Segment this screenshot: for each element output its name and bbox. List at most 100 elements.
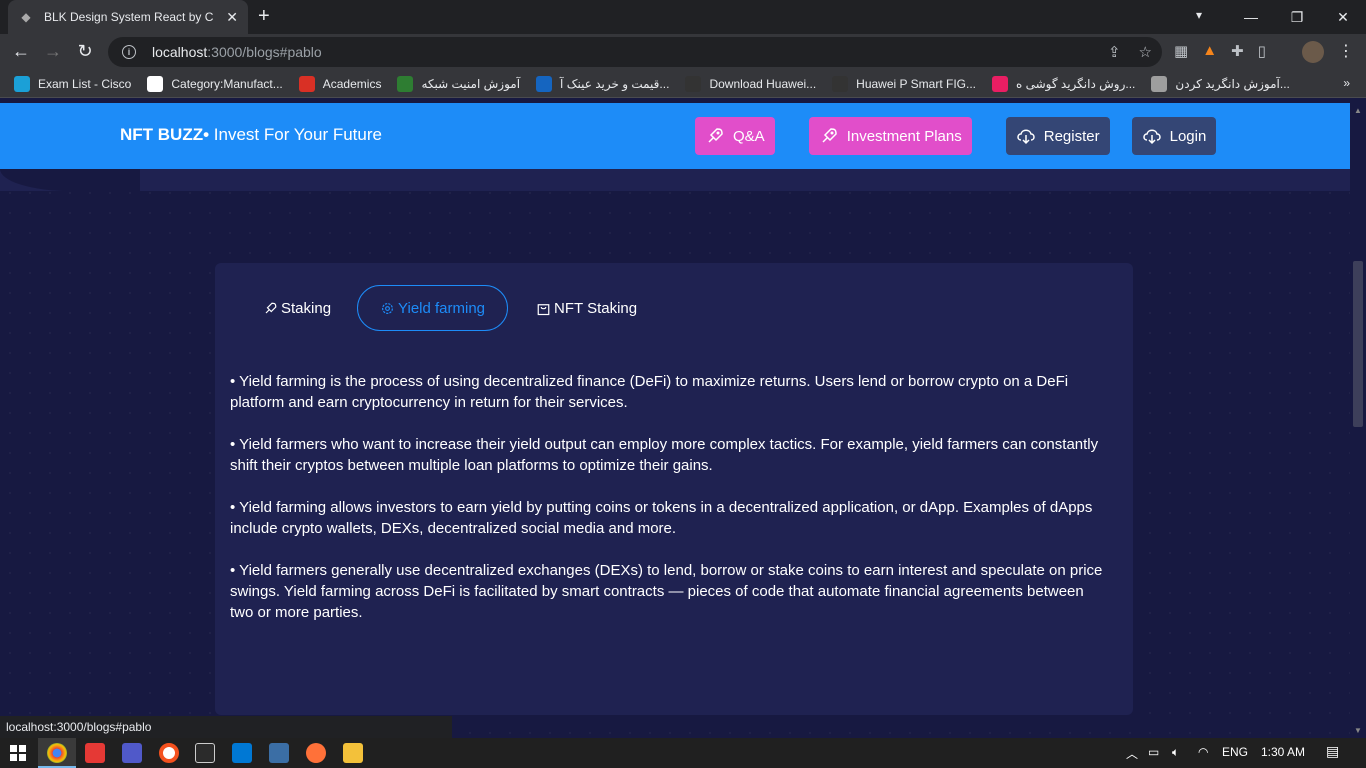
brand[interactable]: NFT BUZZ• Invest For Your Future [120, 125, 382, 145]
bookmark-label: Category:Manufact... [171, 76, 283, 91]
bookmark-item[interactable]: قیمت و خرید عینک آ... [536, 75, 669, 92]
bookmark-favicon-icon [685, 75, 702, 92]
tab-yield-farming-label: Yield farming [398, 299, 486, 317]
register-button-label: Register [1043, 127, 1100, 145]
paragraph-4: • Yield farmers generally use decentrali… [230, 562, 1103, 621]
qa-button-label: Q&A [733, 127, 765, 145]
language-indicator[interactable]: ENG [1222, 745, 1248, 759]
qa-button[interactable]: Q&A [695, 117, 775, 155]
site-navbar: NFT BUZZ• Invest For Your Future Q&A Inv… [0, 103, 1350, 169]
notifications-icon[interactable]: ▤ [1326, 743, 1339, 760]
menu-dots-icon[interactable]: ⋮ [1338, 41, 1354, 61]
bookmarks-bar: Exam List - Cisco Category:Manufact... Aca… [0, 70, 1366, 98]
bookmark-item[interactable]: Academics [298, 75, 382, 92]
new-tab-icon[interactable]: + [258, 6, 270, 26]
box-app-taskbar-icon[interactable] [195, 743, 215, 763]
side-panel-icon[interactable]: ▯ [1258, 42, 1266, 60]
minimize-icon[interactable]: — [1228, 0, 1274, 34]
share-icon[interactable]: ⇪ [1108, 43, 1121, 61]
login-button-label: Login [1169, 127, 1207, 145]
bookmark-item[interactable]: Download Huawei... [685, 75, 816, 92]
navbar-bottom-band [0, 169, 1350, 191]
bookmark-label: روش دانگرید گوشی ه... [1015, 76, 1136, 91]
address-bar[interactable]: i localhost:3000/blogs#pablo ⇪ ☆ [108, 37, 1162, 67]
content-card: Staking Yield farming NFT Staking • Yiel… [215, 263, 1133, 715]
restore-icon[interactable]: ❐ [1274, 0, 1320, 34]
tab-content: • Yield farming is the process of using … [230, 371, 1110, 644]
firefox-taskbar-icon[interactable] [306, 743, 326, 763]
page-viewport: NFT BUZZ• Invest For Your Future Q&A Inv… [0, 103, 1350, 738]
forward-icon[interactable]: → [42, 41, 64, 61]
scroll-thumb[interactable] [1353, 261, 1363, 427]
teams-taskbar-icon[interactable] [122, 743, 142, 763]
bookmark-favicon-icon [298, 75, 315, 92]
chrome-taskbar-icon[interactable] [47, 743, 67, 763]
tab-yield-farming[interactable]: Yield farming [357, 285, 509, 331]
extensions-puzzle-icon[interactable]: ✚ [1231, 42, 1244, 60]
investment-plans-button-label: Investment Plans [846, 127, 962, 145]
file-explorer-taskbar-icon[interactable] [343, 743, 363, 763]
bookmark-item[interactable]: Huawei P Smart FIG... [832, 75, 976, 92]
bookmark-favicon-icon [397, 75, 414, 92]
anydesk-taskbar-icon[interactable] [85, 743, 105, 763]
browser-tabstrip: ◆ BLK Design System React by Creative Ti… [0, 0, 1366, 34]
register-button[interactable]: Register [1005, 117, 1110, 155]
bookmark-item[interactable]: Category:Manufact... [147, 75, 283, 92]
page-scrollbar[interactable]: ▲ ▼ [1350, 103, 1366, 738]
recorder-taskbar-icon[interactable] [159, 743, 179, 763]
bookmark-label: آموزش امنیت شبکه [421, 76, 521, 91]
bookmark-item[interactable]: آموزش امنیت شبکه [397, 75, 521, 92]
tab-search-icon[interactable]: ▾ [1196, 8, 1202, 22]
paragraph-1: • Yield farming is the process of using … [230, 373, 1069, 411]
tab-nav: Staking Yield farming NFT Staking [255, 285, 645, 331]
tab-nft-staking-label: NFT Staking [554, 299, 638, 317]
tab-staking[interactable]: Staking [255, 285, 339, 331]
bookmarks-overflow-icon[interactable]: » [1343, 76, 1350, 90]
tray-chevron-icon[interactable]: ︿ [1126, 745, 1138, 762]
gear-icon [382, 302, 394, 314]
scroll-down-icon[interactable]: ▼ [1354, 726, 1362, 735]
close-window-icon[interactable]: ✕ [1320, 0, 1366, 34]
clock[interactable]: 1:30 AM [1261, 745, 1305, 759]
bookmark-label: Huawei P Smart FIG... [856, 76, 976, 91]
bookmark-label: آموزش دانگرید کردن... [1175, 76, 1290, 91]
paragraph-3: • Yield farming allows investors to earn… [230, 499, 1093, 537]
tab-title: BLK Design System React by Creative Tim [44, 10, 214, 24]
tab-nft-staking[interactable]: NFT Staking [528, 285, 645, 331]
app-taskbar-icon[interactable] [269, 743, 289, 763]
url-text[interactable]: localhost:3000/blogs#pablo [152, 44, 322, 60]
bookmark-star-icon[interactable]: ☆ [1139, 43, 1152, 61]
bookmark-label: Academics [322, 76, 382, 91]
profile-avatar[interactable] [1302, 41, 1324, 63]
battery-icon[interactable]: ▭ [1148, 745, 1159, 759]
paragraph-2: • Yield farmers who want to increase the… [230, 436, 1099, 474]
scroll-up-icon[interactable]: ▲ [1354, 106, 1362, 115]
bookmark-favicon-icon [14, 75, 30, 92]
browser-tab[interactable]: ◆ BLK Design System React by Creative Ti… [8, 0, 248, 34]
tab-close-icon[interactable]: ✕ [226, 9, 238, 26]
tab-favicon-icon: ◆ [21, 10, 31, 24]
bookmark-favicon-icon [991, 75, 1008, 92]
volume-icon[interactable]: 🔈︎ [1172, 745, 1179, 760]
rocket-icon [708, 128, 723, 143]
cloud-download-icon [1142, 129, 1161, 145]
reload-icon[interactable]: ↻ [74, 41, 96, 61]
bookmark-item[interactable]: روش دانگرید گوشی ه... [991, 75, 1136, 92]
qr-extension-icon[interactable]: ▦ [1174, 42, 1188, 60]
site-info-icon[interactable]: i [122, 45, 136, 59]
brand-name: NFT BUZZ• [120, 125, 210, 144]
bookmark-favicon-icon [147, 75, 164, 92]
bookmark-favicon-icon [1151, 75, 1168, 92]
metamask-extension-icon[interactable]: ▲ [1202, 42, 1217, 60]
investment-plans-button[interactable]: Investment Plans [808, 117, 972, 155]
back-icon[interactable]: ← [10, 41, 32, 61]
windows-start-icon[interactable] [10, 745, 26, 761]
windows-taskbar: ︿ ▭ 🔈︎ ◠ ENG 1:30 AM ▤ [0, 738, 1366, 768]
bookmark-item[interactable]: آموزش دانگرید کردن... [1151, 75, 1290, 92]
wifi-icon[interactable]: ◠ [1198, 745, 1208, 759]
rocket-icon [822, 128, 837, 143]
browser-toolbar: ← → ↻ i localhost:3000/blogs#pablo ⇪ ☆ ▦… [0, 34, 1366, 70]
vscode-taskbar-icon[interactable] [232, 743, 252, 763]
login-button[interactable]: Login [1131, 117, 1217, 155]
bookmark-item[interactable]: Exam List - Cisco [14, 75, 131, 92]
